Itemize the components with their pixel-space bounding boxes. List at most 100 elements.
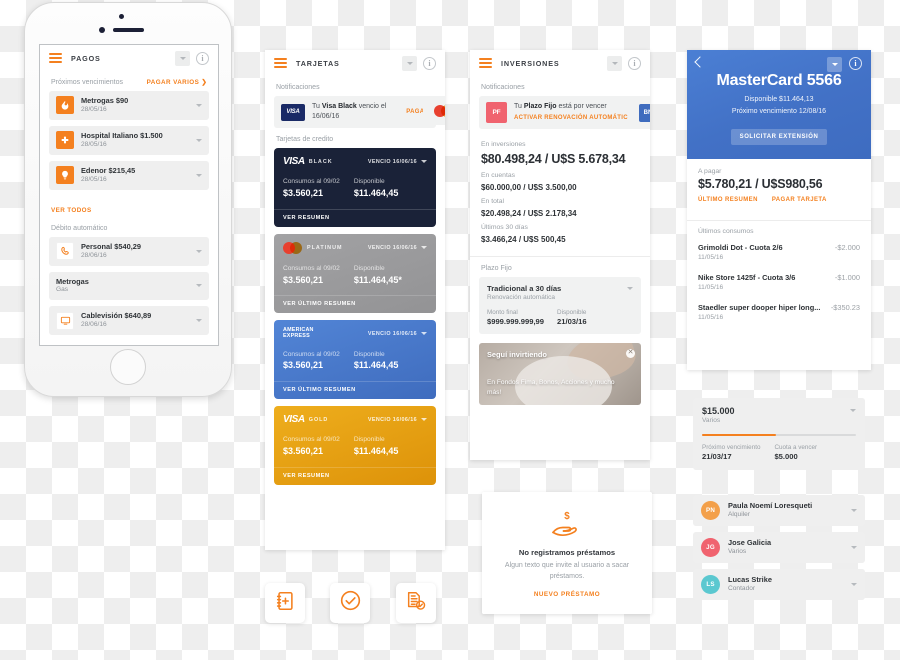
list-item[interactable]: LS Lucas Strike Contador — [693, 569, 865, 600]
request-extension-button[interactable]: SOLICITAR EXTENSIÓN — [730, 129, 828, 146]
list-item[interactable]: Edenor $215,45 28/05/16 — [49, 160, 209, 190]
action-links: ÚLTIMO RESUMEN PAGAR TARJETA — [698, 197, 860, 203]
list-item[interactable]: Metrogas Gas — [49, 271, 209, 301]
proximity-sensor-icon — [99, 27, 105, 33]
contact-category: Alquiler — [728, 511, 750, 519]
notification-card-next[interactable]: BN — [628, 96, 650, 129]
last-summary-link[interactable]: ÚLTIMO RESUMEN — [698, 197, 758, 203]
chevron-down-icon[interactable] — [196, 173, 202, 177]
plazo-fijo-card[interactable]: Tradicional a 30 días Renovación automát… — [479, 276, 641, 334]
plazo-fijo-title: Tradicional a 30 días — [487, 283, 562, 293]
amount-to-pay-label: A pagar — [698, 168, 722, 176]
list-item[interactable]: Cablevisión $640,89 28/06/16 — [49, 306, 209, 336]
notification-card-next[interactable] — [423, 96, 445, 125]
appbar-inversiones: INVERSIONES i — [470, 50, 650, 76]
disponible-label: Disponible — [353, 350, 385, 358]
see-all-link[interactable]: VER TODOS — [51, 207, 92, 214]
monto-final-label: Monto final — [487, 308, 518, 316]
pay-multiple-link[interactable]: PAGAR VARIOS ❯ — [147, 79, 207, 86]
notification-card[interactable]: PF Tu Plazo Fijo está por vencer ACTIVAR… — [479, 96, 641, 129]
credit-card-visa-black[interactable]: VISA BLACK VENCIO 16/06/16 Consumos al 0… — [274, 148, 436, 227]
tile-check[interactable] — [330, 583, 370, 623]
list-item-sub: Gas — [56, 286, 69, 294]
credit-card-platinum[interactable]: PLATINUM VENCIO 16/06/16 Consumos al 09/… — [274, 233, 436, 314]
chevron-down-icon[interactable] — [196, 319, 202, 323]
info-button[interactable]: i — [423, 56, 436, 70]
stat-label: Últimos 30 días — [481, 223, 528, 231]
tile-documents-check[interactable] — [396, 583, 436, 623]
card-expiry[interactable]: VENCIO 16/06/16 — [368, 417, 427, 423]
menu-icon[interactable] — [274, 58, 287, 68]
chevron-down-icon[interactable] — [851, 509, 857, 512]
chevron-down-icon[interactable] — [196, 284, 202, 288]
chevron-down-icon[interactable] — [196, 103, 202, 107]
filter-button[interactable] — [607, 55, 622, 71]
filter-button[interactable] — [175, 50, 190, 66]
card-summary-link[interactable]: VER RESUMEN — [274, 466, 436, 485]
list-item[interactable]: Metrogas $90 28/05/16 — [49, 91, 209, 120]
credit-card-visa-gold[interactable]: VISA GOLD VENCIO 16/06/16 Consumos al 09… — [274, 406, 436, 485]
back-arrow-icon[interactable] — [694, 56, 706, 68]
chevron-down-icon[interactable] — [196, 249, 202, 253]
activate-auto-renewal-link[interactable]: ACTIVAR RENOVACIÓN AUTOMÁTICA — [514, 114, 634, 123]
card-consumos: Consumos al 09/02 $3.560,21 — [283, 435, 340, 457]
info-button[interactable]: i — [849, 57, 862, 70]
chevron-down-icon[interactable] — [850, 409, 856, 412]
filter-button[interactable] — [827, 57, 842, 72]
chevron-down-icon[interactable] — [851, 546, 857, 549]
table-row[interactable]: Nike Store 1425f - Cuota 3/6 11/05/16 -$… — [698, 267, 860, 297]
bn-badge: BN — [639, 103, 650, 122]
new-loan-button[interactable]: NUEVO PRÉSTAMO — [498, 591, 636, 598]
available-balance: Disponible $11.464,13 — [744, 96, 814, 103]
card-header: VISA BLACK VENCIO 16/06/16 — [274, 148, 436, 167]
transaction-name: Staedler super dooper hiper long... — [698, 303, 821, 313]
card-expiry[interactable]: VENCIO 16/06/16 — [368, 159, 427, 165]
menu-icon[interactable] — [49, 53, 62, 63]
home-button[interactable] — [110, 349, 146, 385]
tile-add-contact[interactable] — [265, 583, 305, 623]
notif-text-bold: Visa Black — [321, 103, 357, 110]
pay-card-link[interactable]: PAGAR TARJETA — [772, 197, 827, 203]
card-body: Consumos al 09/02 $3.560,21 Disponible $… — [274, 167, 436, 208]
credit-card-amex[interactable]: AMERICAN EXPRESS VENCIO 16/06/16 Consumos… — [274, 320, 436, 400]
filter-button[interactable] — [402, 55, 417, 71]
list-item[interactable]: Hospital Italiano $1.500 28/05/16 — [49, 125, 209, 155]
card-summary-link[interactable]: VER ÚLTIMO RESUMEN — [274, 295, 436, 313]
info-button[interactable]: i — [628, 56, 641, 70]
chevron-down-icon — [421, 332, 427, 336]
card-header: AMERICAN EXPRESS VENCIO 16/06/16 — [274, 320, 436, 339]
loan-category: Varios — [702, 417, 721, 424]
list-item[interactable]: Personal $540,29 28/06/16 — [49, 236, 209, 266]
card-summary-link[interactable]: VER ÚLTIMO RESUMEN — [274, 381, 436, 399]
chevron-down-icon[interactable] — [627, 286, 633, 290]
transaction-amount: -$350.23 — [830, 303, 860, 313]
avatar: PN — [701, 501, 720, 520]
notification-card[interactable]: VISA Tu Visa Black vencio el 16/06/16 PA… — [274, 96, 436, 129]
card-loan-progress[interactable]: $15.000 Varios Próximo vencimiento 21/03… — [693, 398, 865, 470]
chevron-down-icon[interactable] — [196, 138, 202, 142]
transactions-section: Últimos consumos Grimoldi Dot - Cuota 2/… — [687, 221, 871, 334]
table-row[interactable]: Grimoldi Dot - Cuota 2/6 11/05/16 -$2.00… — [698, 237, 860, 267]
info-button[interactable]: i — [196, 51, 209, 65]
list-item-title: Personal $540,29 — [81, 241, 141, 251]
tv-icon — [56, 311, 74, 330]
loan-installment: Cuota a vencer $5.000 — [774, 444, 817, 461]
card-expiry[interactable]: VENCIO 16/06/16 — [368, 245, 427, 251]
menu-icon[interactable] — [479, 58, 492, 68]
close-icon[interactable]: ✕ — [626, 348, 635, 358]
list-item[interactable]: JG Jose Galicia Varios — [693, 532, 865, 563]
stat-label: En cuentas — [481, 171, 516, 179]
card-tier-label: PLATINUM — [307, 244, 343, 251]
appbar-pagos: PAGOS i — [40, 45, 218, 71]
loans-empty-text: Algun texto que invite al usuario a saca… — [504, 562, 630, 581]
list-item-text: Personal $540,29 28/06/16 — [81, 242, 192, 261]
card-disponible: Disponible $11.464,45* — [354, 264, 402, 286]
card-summary-link[interactable]: VER RESUMEN — [274, 208, 436, 227]
table-row[interactable]: Staedler super dooper hiper long... 11/0… — [698, 297, 860, 327]
card-expiry[interactable]: VENCIO 16/06/16 — [368, 331, 427, 337]
contact-category: Contador — [728, 585, 756, 593]
promo-banner[interactable]: Seguí invirtiendo En Fondos Fima, Bonos,… — [479, 342, 641, 405]
list-item[interactable]: PN Paula Noemí Loresqueti Alquiler — [693, 495, 865, 526]
chevron-down-icon[interactable] — [851, 583, 857, 586]
avatar-initials: JG — [706, 544, 715, 551]
